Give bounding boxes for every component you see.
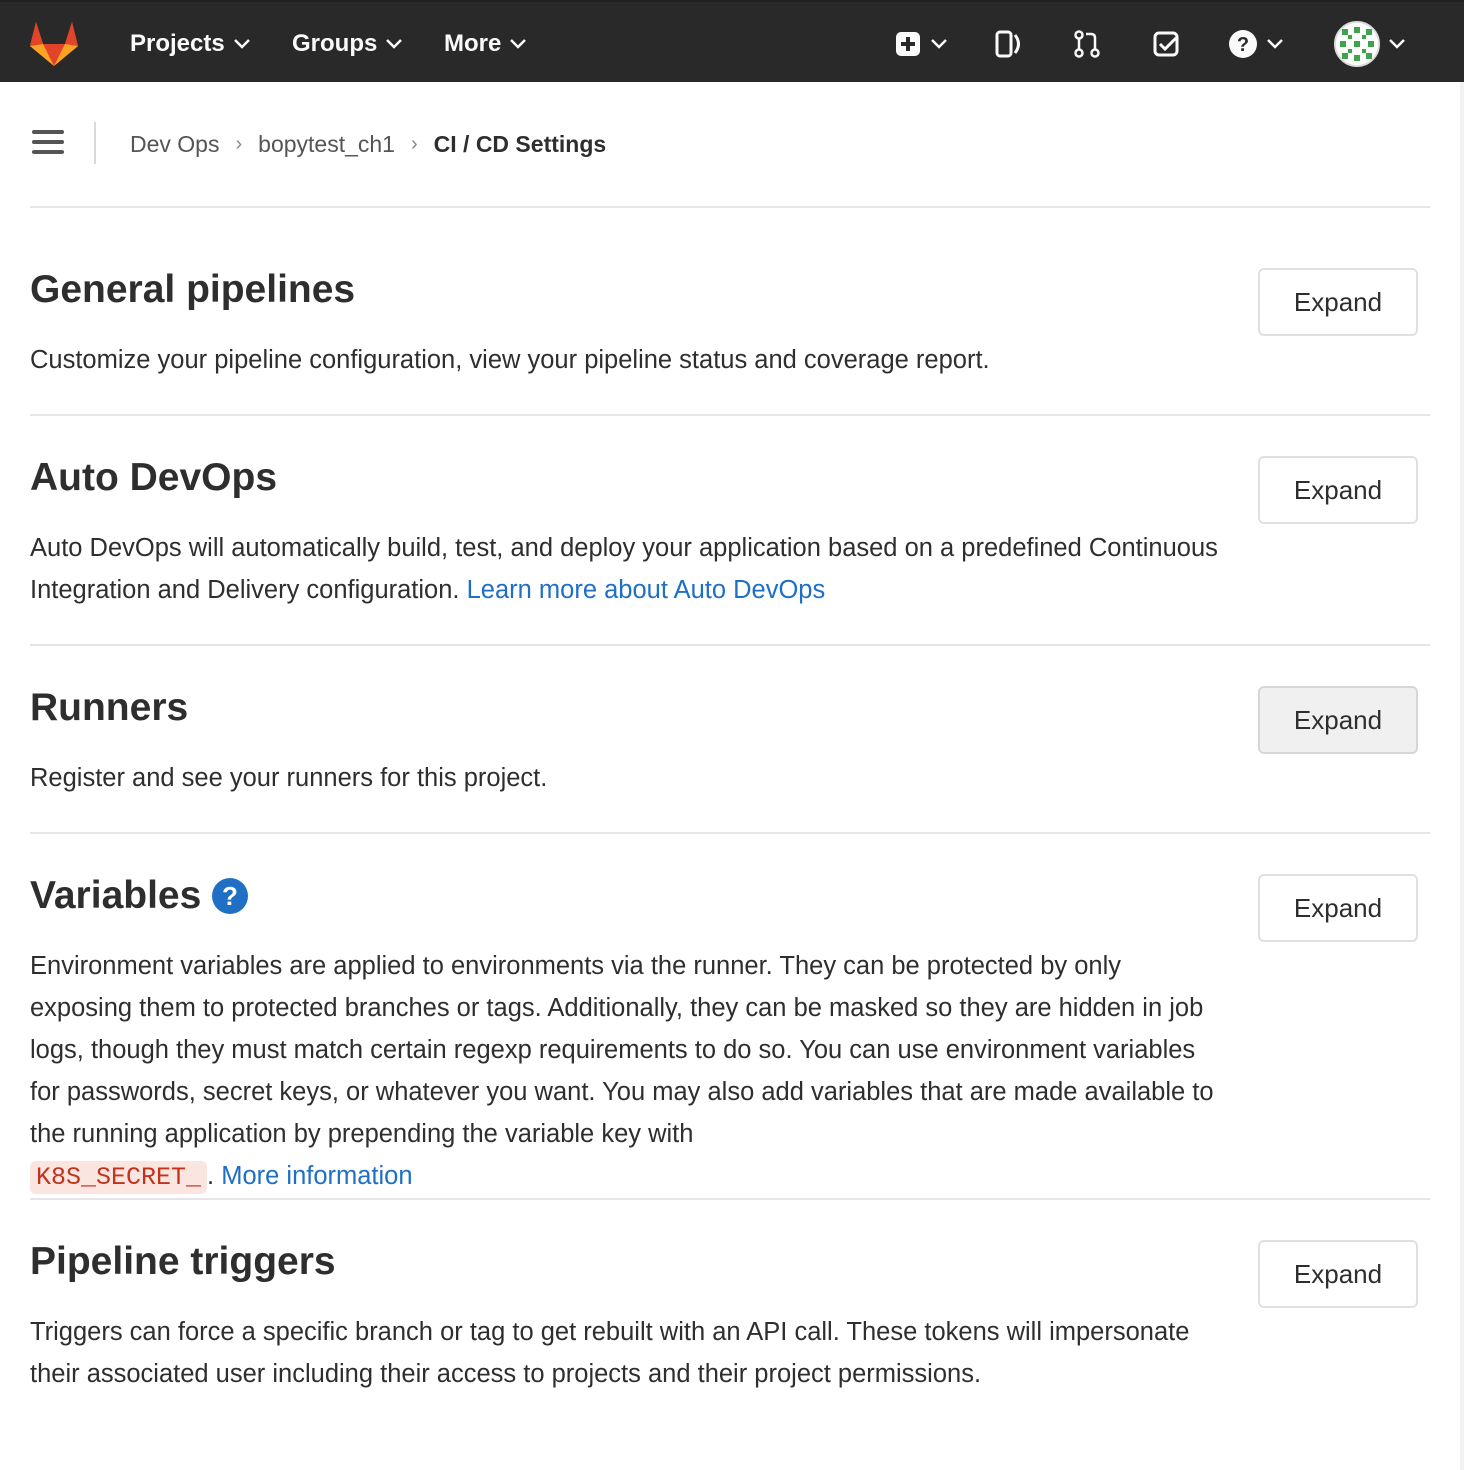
chevron-down-icon bbox=[510, 39, 527, 49]
plus-square-icon bbox=[896, 32, 920, 56]
breadcrumb-divider bbox=[94, 122, 96, 164]
todos-button[interactable] bbox=[1152, 24, 1180, 64]
todo-check-icon bbox=[1153, 31, 1179, 57]
svg-text:?: ? bbox=[222, 881, 238, 911]
scrollbar-track[interactable] bbox=[1460, 82, 1464, 1470]
divider bbox=[30, 1198, 1430, 1200]
help-icon[interactable]: ? bbox=[211, 877, 249, 915]
help-icon: ? bbox=[1229, 30, 1257, 58]
section-description: Triggers can force a specific branch or … bbox=[30, 1318, 1190, 1388]
learn-more-auto-devops-link[interactable]: Learn more about Auto DevOps bbox=[467, 576, 826, 604]
period-text: . bbox=[207, 1162, 215, 1190]
divider bbox=[30, 414, 1430, 416]
section-title: General pipelines bbox=[30, 268, 356, 311]
section-title: Auto DevOps bbox=[30, 456, 278, 499]
sidebar-toggle-icon[interactable] bbox=[32, 130, 64, 156]
variables-text: Environment variables are applied to env… bbox=[30, 952, 1214, 1148]
section-title-row: Variables ? bbox=[30, 872, 1430, 920]
expand-variables-button[interactable]: Expand bbox=[1258, 874, 1418, 942]
chevron-down-icon bbox=[233, 39, 250, 49]
section-description: Customize your pipeline configuration, v… bbox=[30, 346, 990, 374]
divider bbox=[30, 206, 1430, 208]
breadcrumb: Dev Ops › bopytest_ch1 › CI / CD Setting… bbox=[0, 82, 1464, 206]
section-general-pipelines: General pipelines Expand Customize your … bbox=[30, 266, 1430, 416]
section-pipeline-triggers: Pipeline triggers Expand Triggers can fo… bbox=[30, 1238, 1430, 1448]
avatar-pattern-icon bbox=[1336, 23, 1378, 65]
section-description: Environment variables are applied to env… bbox=[30, 945, 1220, 1199]
breadcrumb-current[interactable]: CI / CD Settings bbox=[434, 131, 607, 158]
nav-more-label: More bbox=[444, 30, 502, 57]
breadcrumb-separator-icon: › bbox=[410, 132, 418, 155]
k8s-secret-code: K8S_SECRET_ bbox=[30, 1161, 208, 1194]
chevron-down-icon bbox=[1389, 39, 1405, 49]
section-variables: Variables ? Expand Environment variables… bbox=[30, 872, 1430, 1200]
breadcrumb-project-link[interactable]: bopytest_ch1 bbox=[258, 131, 395, 158]
divider bbox=[30, 644, 1430, 646]
issues-icon bbox=[995, 30, 1020, 58]
expand-runners-button[interactable]: Expand bbox=[1258, 686, 1418, 754]
nav-projects[interactable]: Projects bbox=[130, 26, 251, 62]
merge-request-icon bbox=[1074, 30, 1100, 58]
chevron-down-icon bbox=[386, 39, 403, 49]
section-description: Auto DevOps will automatically build, te… bbox=[30, 527, 1220, 611]
expand-general-pipelines-button[interactable]: Expand bbox=[1258, 268, 1418, 336]
avatar bbox=[1334, 21, 1380, 67]
section-title: Variables bbox=[30, 874, 202, 917]
nav-groups-label: Groups bbox=[292, 30, 378, 57]
breadcrumb-list: Dev Ops › bopytest_ch1 › CI / CD Setting… bbox=[130, 126, 606, 162]
more-information-link[interactable]: More information bbox=[221, 1162, 412, 1190]
nav-groups[interactable]: Groups bbox=[292, 26, 403, 62]
section-description: Register and see your runners for this p… bbox=[30, 764, 548, 792]
breadcrumb-separator-icon: › bbox=[235, 132, 243, 155]
issues-button[interactable] bbox=[994, 24, 1024, 64]
svg-text:?: ? bbox=[1237, 34, 1249, 56]
chevron-down-icon bbox=[1267, 39, 1283, 49]
expand-auto-devops-button[interactable]: Expand bbox=[1258, 456, 1418, 524]
user-menu-button[interactable] bbox=[1334, 20, 1406, 68]
section-runners: Runners Expand Register and see your run… bbox=[30, 684, 1430, 834]
merge-requests-button[interactable] bbox=[1072, 24, 1102, 64]
divider bbox=[30, 832, 1430, 834]
expand-pipeline-triggers-button[interactable]: Expand bbox=[1258, 1240, 1418, 1308]
help-dropdown-button[interactable]: ? bbox=[1228, 24, 1284, 64]
nav-more[interactable]: More bbox=[444, 26, 527, 62]
section-title: Runners bbox=[30, 686, 189, 729]
new-dropdown-button[interactable] bbox=[894, 24, 948, 64]
top-navbar: Projects Groups More ? bbox=[0, 0, 1464, 82]
breadcrumb-group-link[interactable]: Dev Ops bbox=[130, 131, 219, 158]
section-title: Pipeline triggers bbox=[30, 1240, 336, 1283]
chevron-down-icon bbox=[931, 39, 947, 49]
nav-projects-label: Projects bbox=[130, 30, 225, 57]
gitlab-logo-icon[interactable] bbox=[28, 18, 80, 68]
section-auto-devops: Auto DevOps Expand Auto DevOps will auto… bbox=[30, 454, 1430, 646]
